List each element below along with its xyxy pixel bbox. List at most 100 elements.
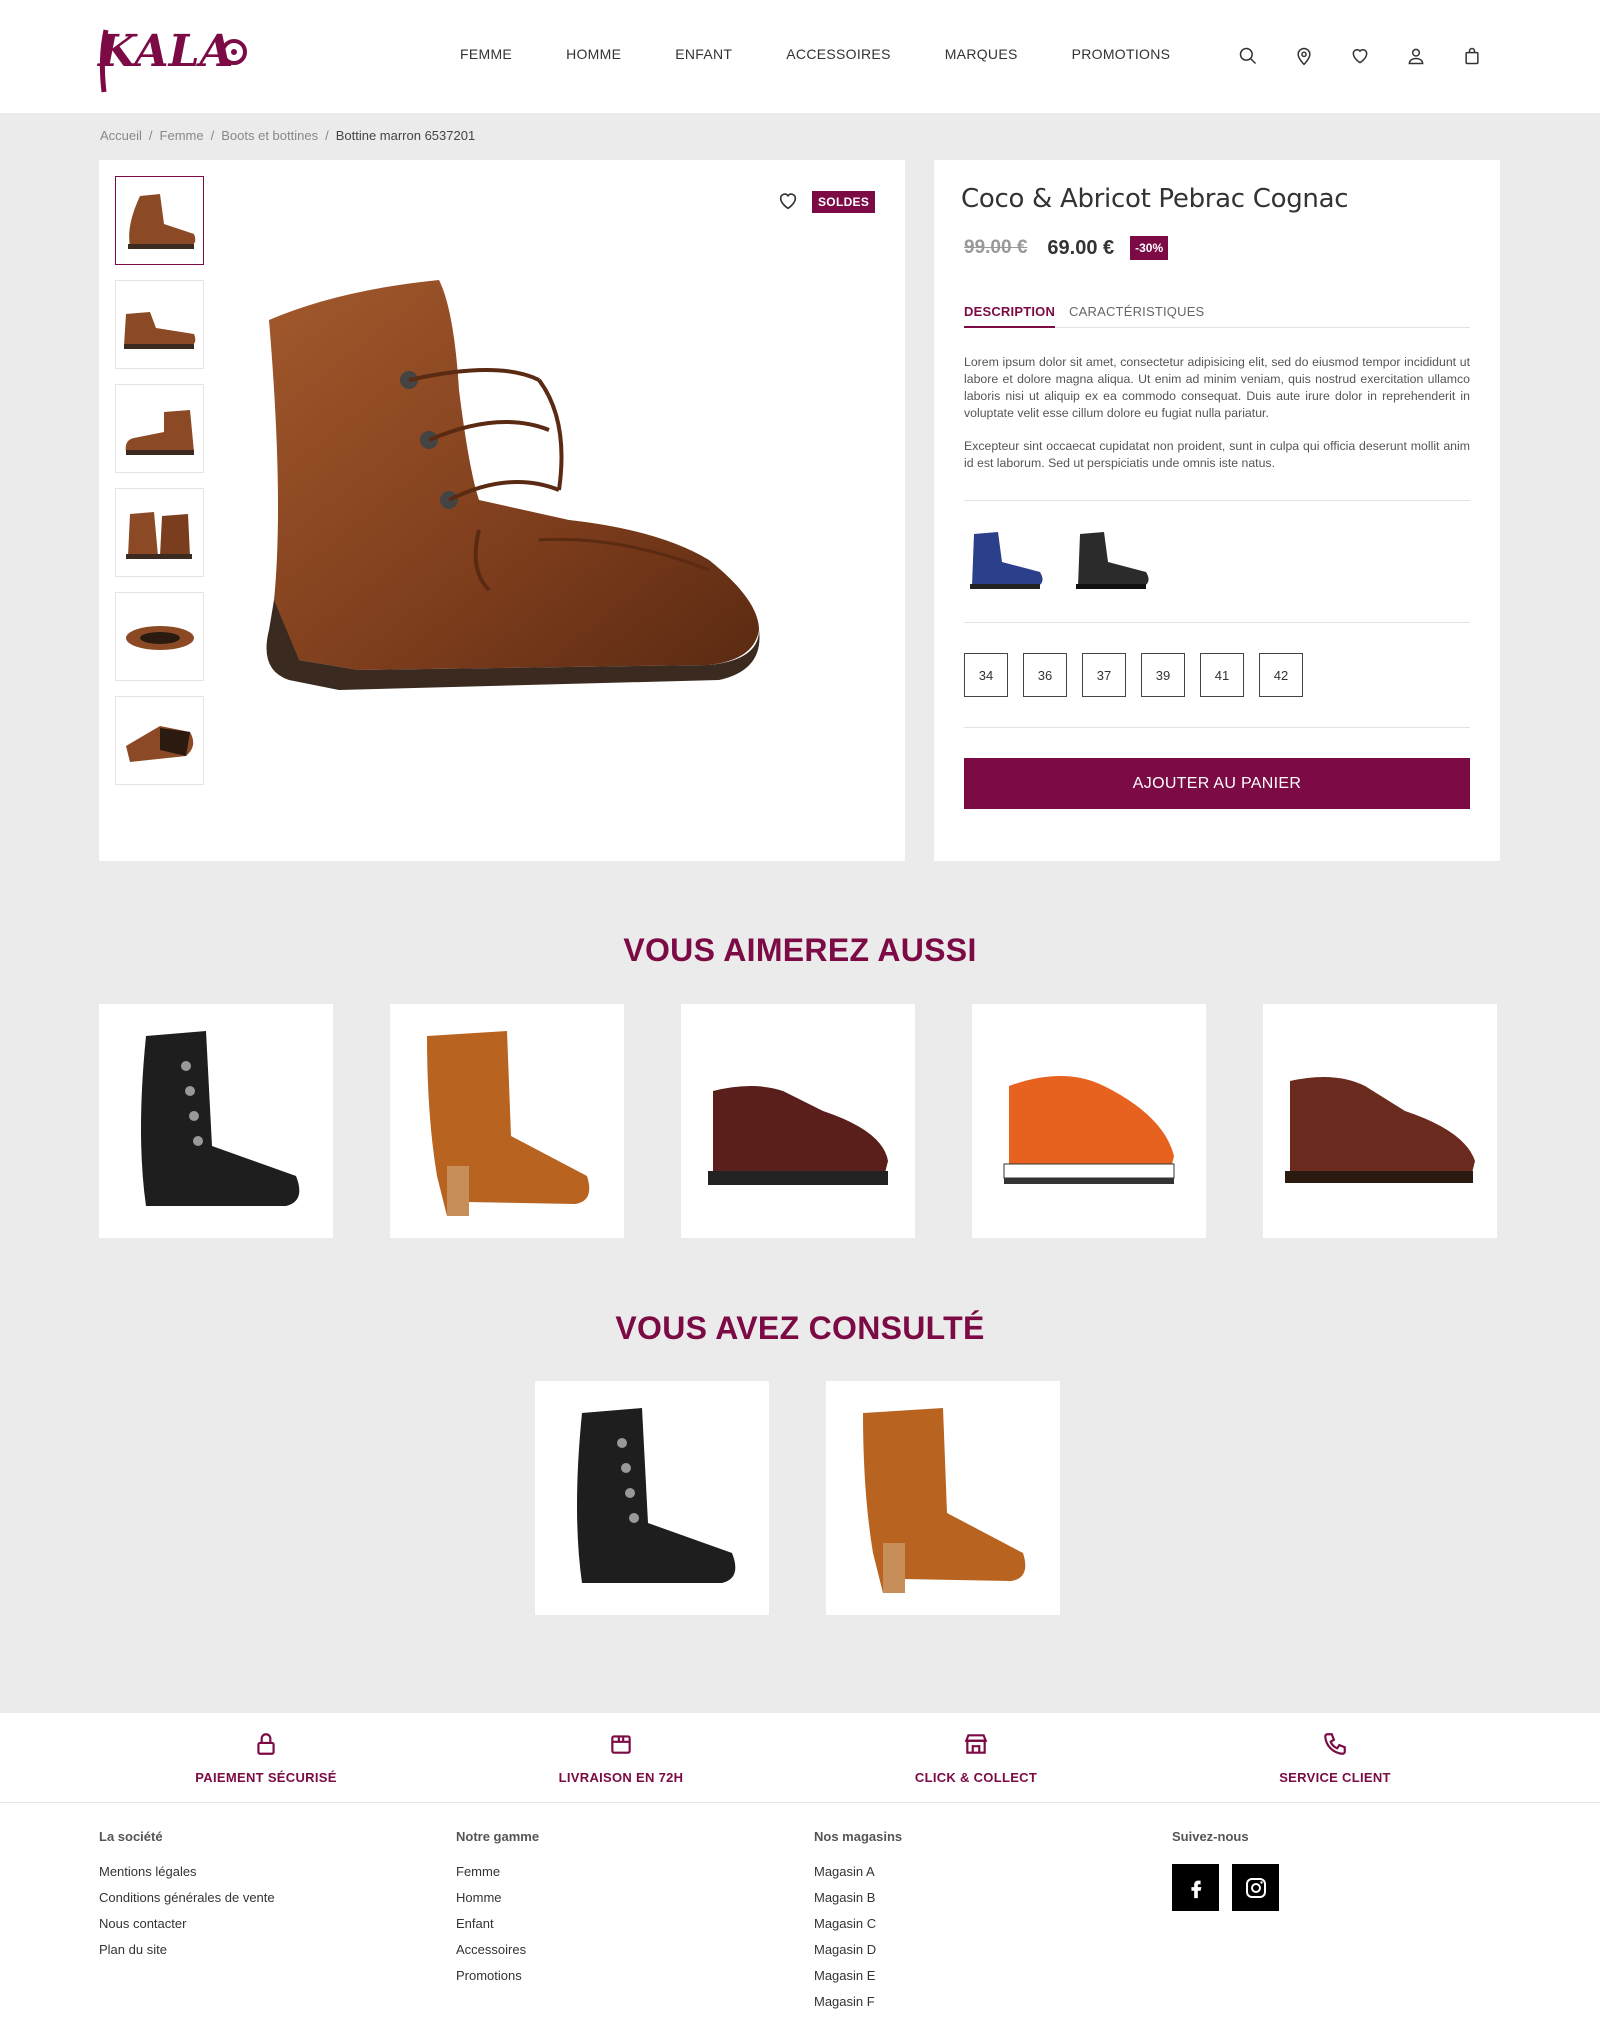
breadcrumb-boots[interactable]: Boots et bottines (221, 128, 318, 143)
product-card[interactable] (1263, 1004, 1497, 1238)
footer-link[interactable]: Promotions (456, 1968, 539, 1983)
nav-promotions[interactable]: PROMOTIONS (1072, 46, 1171, 62)
footer-column-societe: La société Mentions légales Conditions g… (99, 1829, 275, 1968)
footer-link[interactable]: Homme (456, 1890, 539, 1905)
size-34[interactable]: 34 (964, 653, 1008, 697)
wishlist-heart-icon[interactable] (777, 190, 799, 212)
thumbnail-5[interactable] (115, 592, 204, 681)
search-icon[interactable] (1236, 44, 1260, 68)
reassurance-delivery[interactable]: LIVRAISON EN 72H (501, 1731, 741, 1785)
sale-badge: SOLDES (812, 191, 876, 213)
thumbnail-3[interactable] (115, 384, 204, 473)
social-links (1172, 1864, 1292, 1911)
facebook-icon[interactable] (1172, 1864, 1219, 1911)
nav-homme[interactable]: HOMME (566, 46, 621, 62)
product-card[interactable] (99, 1004, 333, 1238)
product-title: Coco & Abricot Pebrac Cognac (961, 184, 1349, 214)
footer-link[interactable]: Magasin D (814, 1942, 902, 1957)
heart-icon[interactable] (1348, 44, 1372, 68)
add-to-cart-button[interactable]: AJOUTER AU PANIER (964, 758, 1470, 809)
description-paragraph: Excepteur sint occaecat cupidatat non pr… (964, 439, 1470, 470)
thumbnail-4[interactable] (115, 488, 204, 577)
nav-accessoires[interactable]: ACCESSOIRES (786, 46, 890, 62)
lock-icon (257, 1733, 275, 1755)
reassurance-customer-service[interactable]: SERVICE CLIENT (1215, 1731, 1455, 1785)
footer-link[interactable]: Enfant (456, 1916, 539, 1931)
current-price: 69.00 € (1047, 236, 1115, 259)
reassurance-secure-payment[interactable]: PAIEMENT SÉCURISÉ (146, 1731, 386, 1785)
product-gallery: SOLDES (99, 160, 905, 861)
footer-link[interactable]: Magasin F (814, 1994, 902, 2009)
shopping-bag-icon[interactable] (1460, 44, 1484, 68)
instagram-icon[interactable] (1232, 1864, 1279, 1911)
variant-black[interactable] (1070, 520, 1156, 600)
color-variants (964, 520, 1176, 600)
footer-link[interactable]: Mentions légales (99, 1864, 275, 1879)
svg-text:KALA: KALA (96, 26, 234, 77)
thumbnail-1[interactable] (115, 176, 204, 265)
section-title-also-like: VOUS AIMEREZ AUSSI (623, 932, 977, 968)
package-icon (611, 1735, 631, 1754)
footer-column-title: La société (99, 1829, 163, 1844)
nav-enfant[interactable]: ENFANT (675, 46, 732, 62)
product-tabs: DESCRIPTION CARACTÉRISTIQUES (964, 304, 1470, 328)
breadcrumb-separator: / (210, 128, 215, 143)
size-36[interactable]: 36 (1023, 653, 1067, 697)
footer-link[interactable]: Conditions générales de vente (99, 1890, 275, 1905)
tab-caracteristiques[interactable]: CARACTÉRISTIQUES (1069, 304, 1204, 328)
breadcrumb-accueil[interactable]: Accueil (100, 128, 142, 143)
old-price: 99.00 € (964, 237, 1028, 258)
breadcrumb-separator: / (148, 128, 153, 143)
reassurance-label: PAIEMENT SÉCURISÉ (195, 1770, 337, 1785)
divider (964, 622, 1470, 623)
store-icon (964, 1734, 988, 1754)
main-nav: FEMME HOMME ENFANT ACCESSOIRES MARQUES P… (460, 46, 1224, 62)
footer-link[interactable]: Magasin E (814, 1968, 902, 1983)
reassurance-bar: PAIEMENT SÉCURISÉ LIVRAISON EN 72H CLICK… (0, 1713, 1600, 1803)
footer-link[interactable]: Magasin C (814, 1916, 902, 1931)
tab-description[interactable]: DESCRIPTION (964, 304, 1056, 328)
header-icons (1236, 44, 1516, 68)
location-pin-icon[interactable] (1292, 44, 1316, 68)
size-selector: 34 36 37 39 41 42 (964, 653, 1318, 697)
product-card[interactable] (681, 1004, 915, 1238)
product-card[interactable] (390, 1004, 624, 1238)
breadcrumb: Accueil / Femme / Boots et bottines / Bo… (100, 128, 482, 143)
user-icon[interactable] (1404, 44, 1428, 68)
thumbnail-6[interactable] (115, 696, 204, 785)
size-41[interactable]: 41 (1200, 653, 1244, 697)
site-footer: La société Mentions légales Conditions g… (0, 1803, 1600, 2044)
reassurance-click-collect[interactable]: CLICK & COLLECT (856, 1731, 1096, 1785)
thumbnail-2[interactable] (115, 280, 204, 369)
size-37[interactable]: 37 (1082, 653, 1126, 697)
footer-column-social: Suivez-nous (1172, 1829, 1292, 1911)
size-42[interactable]: 42 (1259, 653, 1303, 697)
variant-blue[interactable] (964, 520, 1050, 600)
discount-badge: -30% (1130, 236, 1169, 260)
footer-link[interactable]: Femme (456, 1864, 539, 1879)
description-paragraph: Lorem ipsum dolor sit amet, consectetur … (964, 355, 1470, 420)
brand-logo[interactable]: KALA (96, 18, 256, 96)
phone-icon (1324, 1733, 1346, 1755)
nav-femme[interactable]: FEMME (460, 46, 512, 62)
main-product-image[interactable] (239, 250, 879, 810)
footer-link[interactable]: Magasin A (814, 1864, 902, 1879)
divider (964, 500, 1470, 501)
footer-column-gamme: Notre gamme Femme Homme Enfant Accessoir… (456, 1829, 539, 1994)
product-card[interactable] (972, 1004, 1206, 1238)
divider (964, 727, 1470, 728)
viewed-product-card[interactable] (826, 1381, 1060, 1615)
size-39[interactable]: 39 (1141, 653, 1185, 697)
viewed-product-card[interactable] (535, 1381, 769, 1615)
breadcrumb-femme[interactable]: Femme (160, 128, 204, 143)
footer-link[interactable]: Plan du site (99, 1942, 275, 1957)
footer-column-title: Nos magasins (814, 1829, 903, 1844)
footer-link[interactable]: Nous contacter (99, 1916, 275, 1931)
breadcrumb-separator: / (325, 128, 329, 143)
footer-link[interactable]: Magasin B (814, 1890, 902, 1905)
nav-marques[interactable]: MARQUES (945, 46, 1018, 62)
reassurance-label: CLICK & COLLECT (914, 1770, 1038, 1785)
footer-link[interactable]: Accessoires (456, 1942, 539, 1957)
product-description: Lorem ipsum dolor sit amet, consectetur … (964, 354, 1470, 488)
footer-column-title: Suivez-nous (1172, 1829, 1249, 1844)
